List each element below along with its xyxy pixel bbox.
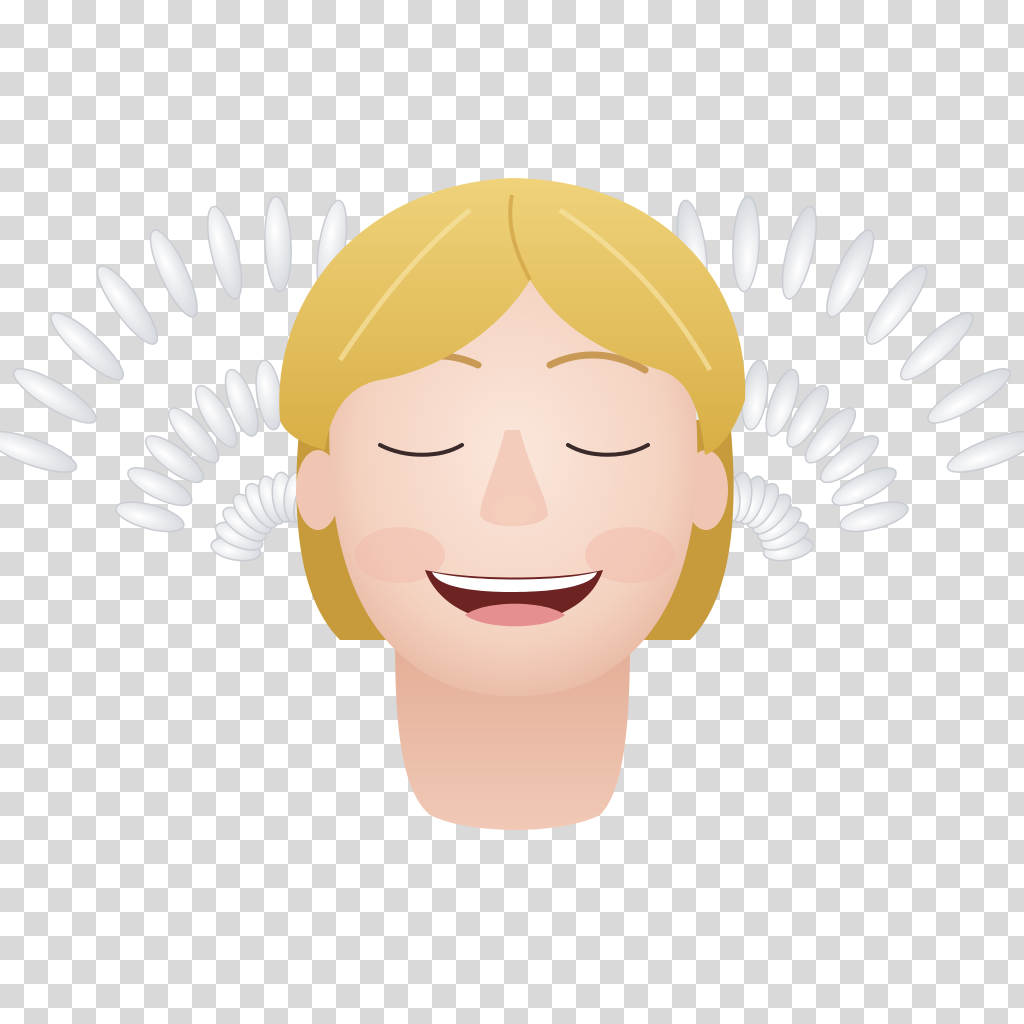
feather	[149, 229, 198, 318]
feather	[946, 430, 1024, 473]
feather	[732, 195, 760, 293]
feather	[13, 368, 97, 424]
feather	[264, 195, 292, 293]
feather	[96, 265, 159, 345]
feather	[899, 312, 974, 381]
feather	[50, 312, 125, 381]
feather	[206, 205, 243, 300]
checkerboard-background	[0, 0, 1024, 1024]
feather	[927, 368, 1011, 424]
feather	[0, 430, 78, 473]
feather	[781, 205, 818, 300]
nose-tip	[492, 494, 536, 526]
feather	[865, 265, 928, 345]
angel-head-illustration	[0, 178, 1024, 830]
feather	[826, 229, 875, 318]
